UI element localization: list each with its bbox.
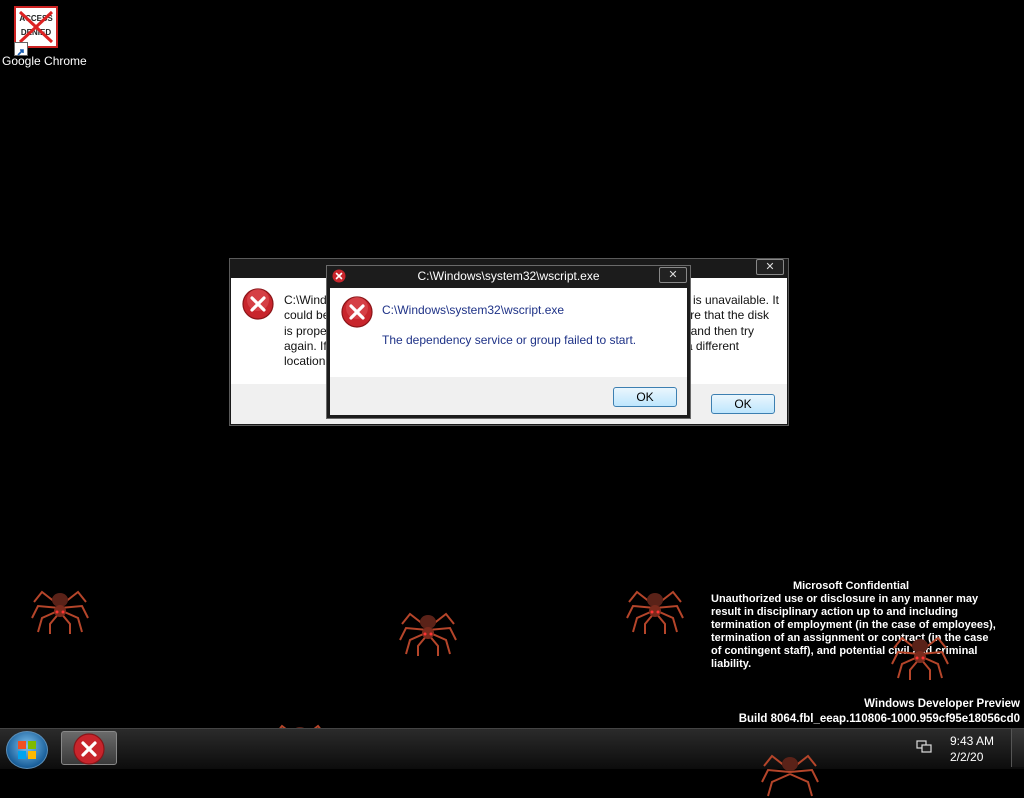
msg-line-right: a different: [685, 338, 739, 353]
error-x-icon: [73, 733, 105, 765]
close-button[interactable]: ✕: [756, 259, 784, 275]
confidential-line: termination of employment (in the case o…: [711, 619, 996, 631]
clock-time: 9:43 AM: [950, 734, 995, 748]
dialog-body: C:\Windows\system32\wscript.exe The depe…: [330, 288, 687, 377]
msg-line: could be: [284, 308, 330, 323]
preview-title: Windows Developer Preview: [864, 698, 1020, 710]
dialog-titlebar[interactable]: C:\Windows\system32\wscript.exe ✕: [327, 266, 690, 286]
taskbar: [0, 728, 1024, 769]
confidential-line: liability.: [711, 658, 752, 670]
developer-preview-watermark: Windows Developer Preview Build 8064.fbl…: [739, 697, 1020, 727]
taskbar-button-error[interactable]: [61, 731, 117, 765]
build-string: Build 8064.fbl_eeap.110806-1000.959cf95e…: [738, 713, 1020, 725]
spider-icon: [761, 754, 819, 797]
desktop-icon-google-chrome[interactable]: ACCESS DENIED Google Chrome: [2, 6, 87, 68]
confidential-line: Unauthorized use or disclosure in any ma…: [711, 593, 979, 605]
error-x-icon: [242, 288, 274, 320]
windows-start-icon: [18, 741, 36, 759]
network-icon[interactable]: [916, 740, 932, 754]
spider-icon: [626, 590, 684, 634]
confidential-line: result in disciplinary action up to and …: [711, 606, 958, 618]
taskbar-clock[interactable]: 9:43 AM 2/2/20: [950, 733, 994, 765]
spider-icon: [399, 612, 457, 656]
error-dialog-front: C:\Windows\system32\wscript.exe ✕ C:\Win…: [326, 265, 691, 419]
confidential-line: termination of an assignment or contract…: [711, 632, 989, 644]
msg-line: is prope: [284, 323, 327, 338]
msg-line: location: [284, 354, 326, 369]
start-button[interactable]: [6, 731, 48, 769]
spider-icon: [31, 590, 89, 634]
msg-line: again. If: [284, 338, 327, 353]
msg-line-right: is unavailable. It: [692, 293, 779, 307]
confidential-watermark: Microsoft Confidential Unauthorized use …: [711, 580, 1017, 671]
spider-icon: [891, 636, 949, 680]
msg-line-right: and then try: [690, 323, 754, 338]
show-desktop-button[interactable]: [1011, 729, 1024, 767]
ok-button[interactable]: OK: [711, 394, 775, 414]
close-button[interactable]: ✕: [659, 267, 687, 283]
error-path-text: C:\Windows\system32\wscript.exe: [382, 303, 565, 317]
clock-date: 2/2/20: [950, 750, 984, 764]
msg-line-right: ure that the disk: [683, 308, 769, 323]
confidential-line: of contingent staff), and potential civi…: [711, 645, 978, 657]
ok-button[interactable]: OK: [613, 387, 677, 407]
msg-line: C:\Wind: [284, 293, 327, 307]
dialog-footer: OK: [330, 377, 687, 415]
error-message-text: The dependency service or group failed t…: [382, 333, 637, 347]
error-x-icon: [341, 296, 373, 328]
shortcut-arrow-icon: [14, 42, 28, 56]
dialog-title: C:\Windows\system32\wscript.exe: [417, 269, 600, 283]
desktop-icon-label: Google Chrome: [2, 54, 87, 68]
confidential-title: Microsoft Confidential: [792, 580, 910, 592]
